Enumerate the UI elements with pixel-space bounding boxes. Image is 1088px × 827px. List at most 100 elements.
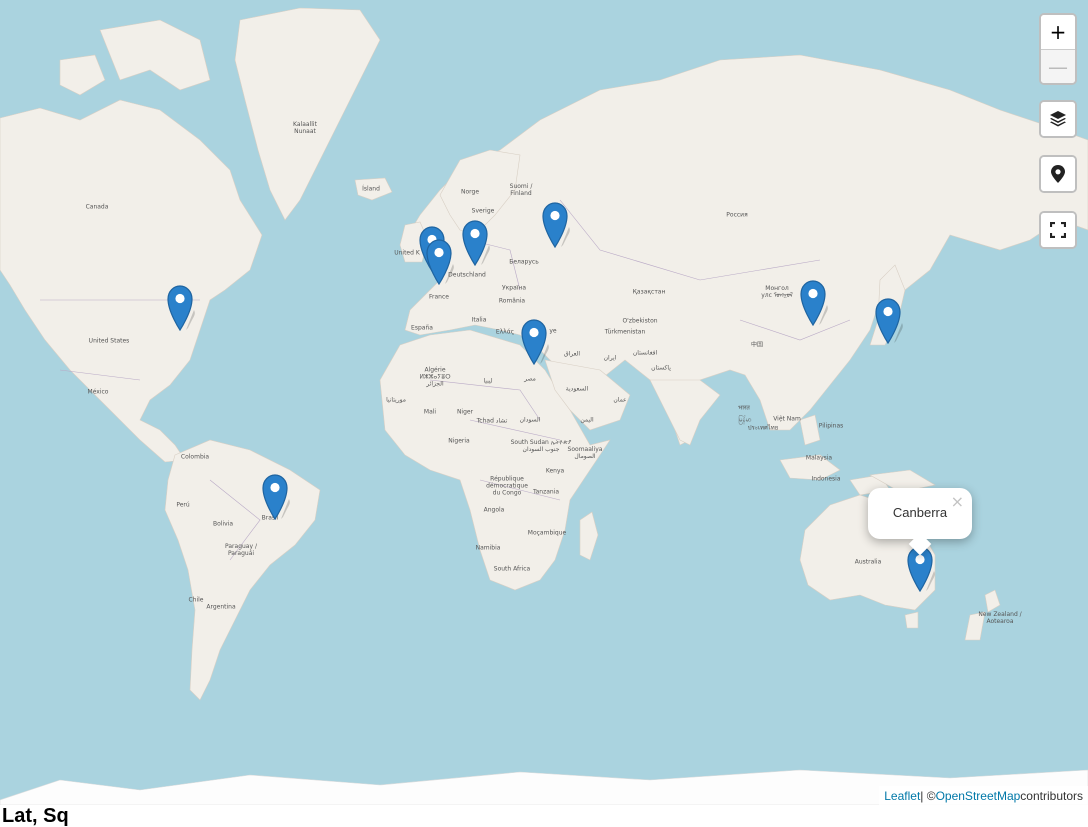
map-label-nigeria: Nigeria [448,437,470,445]
map-label-oman: عمان [613,396,627,404]
map-marker-icon [262,474,290,521]
map-label-libya: ليبيا [483,377,493,385]
locate-button[interactable] [1041,157,1075,191]
attribution-contributors: contributors [1020,788,1083,803]
map-label-somalia: Soomaaliya الصومال [567,446,603,460]
map-label-thailand: ประเทศไทย [747,424,779,432]
map-label-suomi: Suomi / Finland [509,183,533,197]
map-label-pakistan: پاکستان [651,364,671,372]
marker-moscow[interactable] [541,201,571,249]
marker-washington[interactable] [166,284,196,332]
map-label-mocambique: Moçambique [527,529,567,537]
map-label-rdc: République démocratique du Congo [486,475,528,497]
map-marker-icon [521,319,549,366]
openstreetmap-link[interactable]: OpenStreetMap [936,789,1021,803]
map-label-uk: United K [394,249,420,257]
canberra-popup: Canberra × [868,488,972,556]
map-label-paraguay: Paraguay / Paraguái [225,543,257,557]
map-label-kazakhstan: Қазақстан [632,288,666,296]
layers-button[interactable] [1041,102,1075,136]
map-label-tchad: Tchad تشاد [476,417,508,425]
layers-control [1039,100,1077,138]
marker-tokyo[interactable] [874,297,904,345]
map-label-southsudan: South Sudan ኢትዮጵያ جنوب السودان [510,439,572,453]
zoom-out-button[interactable]: — [1041,49,1075,83]
map-label-chile: Chile [188,596,204,604]
map-label-bharat: भारत [738,404,750,412]
map-label-mexico: México [87,388,109,396]
map-label-mongol: Монгол улс ᠮᠣᠩᠭᠣᠯ [761,285,793,299]
map-marker-icon [426,239,454,286]
map-label-afghanistan: افغانستان [632,349,658,357]
leaflet-link[interactable]: Leaflet [884,789,920,803]
marker-paris[interactable] [425,238,455,286]
map-label-indonesia: Indonesia [811,475,841,483]
map-label-sudan: السودان [519,416,541,424]
map-label-tanzania: Tanzania [532,488,560,496]
map-label-newzealand: New Zealand / Aotearoa [978,611,1022,625]
marker-brasilia[interactable] [261,473,291,521]
map-label-mauritania: موريتانيا [386,396,406,404]
map-container[interactable]: Kalaallit Nunaat Ísland Canada Norge Suomi /… [0,0,1088,805]
map-label-ukraina: Україна [501,284,527,292]
map-marker-icon [462,220,490,267]
map-label-rossiya: Россия [726,211,748,219]
map-label-angola: Angola [483,506,505,514]
fullscreen-control [1039,211,1077,249]
map-label-pilipinas: Pilipinas [818,422,844,430]
map-label-usa: United States [88,337,130,345]
zoom-control: + — [1039,13,1077,85]
map-label-southafrica: South Africa [493,565,531,573]
map-label-algerie: Algérie ⵍⵣⵣⴰⵢⴻⵔ الجزائر [419,366,451,388]
marker-cairo[interactable] [520,318,550,366]
fullscreen-button[interactable] [1041,213,1075,247]
map-marker-icon [800,280,828,327]
attribution: Leaflet | © OpenStreetMap contributors [879,786,1088,805]
map-label-espana: España [411,324,433,332]
marker-berlin[interactable] [461,219,491,267]
map-label-kalaallit: Kalaallit Nunaat [293,121,317,135]
map-label-vietnam: Việt Nam [773,415,801,423]
map-label-uzbekistan: O'zbekiston [622,317,658,325]
map-marker-icon [542,202,570,249]
map-label-iraq: العراق [563,350,581,358]
map-label-zhongguo: 中国 [750,341,764,349]
fullscreen-icon [1050,222,1066,238]
map-label-ellas: Ελλάς [495,328,515,336]
map-label-peru: Perú [176,501,190,509]
layers-icon [1050,111,1066,127]
map-label-france: France [429,293,449,301]
zoom-in-button[interactable]: + [1041,15,1075,49]
map-label-romania: România [498,297,526,305]
map-label-argentina: Argentina [206,603,236,611]
map-label-iran: ایران [603,354,617,362]
map-marker-icon [167,285,195,332]
below-map-text: Lat, Sq [2,805,69,827]
map-label-misr: مصر [524,375,536,383]
map-label-norge: Norge [460,188,480,196]
map-label-island: Ísland [362,185,380,193]
map-label-belarus: Беларусь [509,258,539,266]
map-label-bolivia: Bolivia [212,520,234,528]
marker-beijing[interactable] [799,279,829,327]
map-marker-icon [875,298,903,345]
map-label-australia: Australia [854,558,882,566]
map-label-malaysia: Malaysia [805,454,833,462]
popup-close-button[interactable]: × [951,492,964,511]
map-label-kenya: Kenya [545,467,565,475]
map-label-myanmar: မြန်မာ [738,416,752,424]
map-label-canada: Canada [85,203,109,211]
map-label-mali: Mali [423,408,437,416]
map-label-turkiye: ye [549,327,557,335]
attribution-separator: | © [920,788,936,803]
map-label-yemen: اليمن [580,416,594,424]
map-label-niger: Niger [456,408,474,416]
map-basemap [0,0,1088,805]
map-label-colombia: Colombia [180,453,210,461]
map-label-saudi: السعودية [565,385,589,393]
map-label-sverige: Sverige [471,207,495,215]
map-label-italia: Italia [471,316,487,324]
map-marker-icon [1051,165,1065,183]
locate-control [1039,155,1077,193]
map-label-namibia: Namibia [475,544,501,552]
